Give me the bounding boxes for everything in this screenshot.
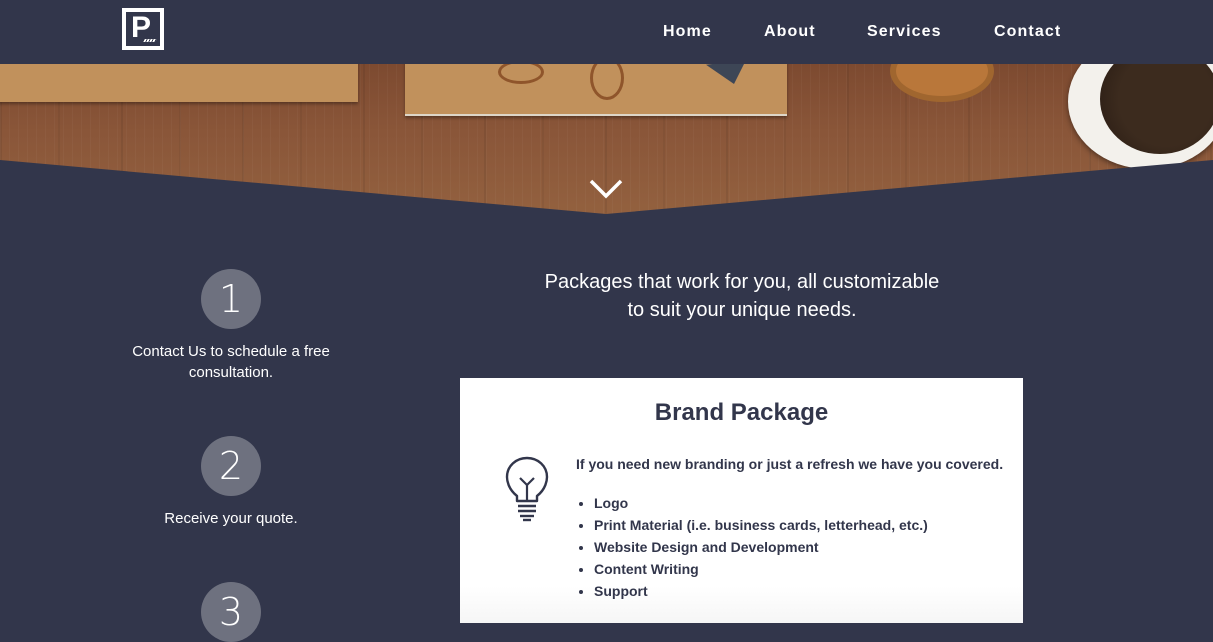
list-item: Website Design and Development xyxy=(594,536,928,558)
step-number: 3 xyxy=(201,582,261,642)
nav-services[interactable]: Services xyxy=(867,22,942,42)
step-number: 2 xyxy=(201,436,261,496)
step-1: 1 Contact Us to schedule a free consulta… xyxy=(101,269,361,383)
intro-line-2: to suit your unique needs. xyxy=(627,299,857,321)
list-item: Logo xyxy=(594,492,928,514)
step-text: Receive your quote. xyxy=(164,510,298,527)
list-item: Support xyxy=(594,580,928,602)
step-number: 1 xyxy=(201,269,261,329)
package-features: Logo Print Material (i.e. business cards… xyxy=(576,492,928,602)
lightbulb-icon xyxy=(505,456,549,522)
packages-intro: Packages that work for you, all customiz… xyxy=(498,268,986,324)
nav-about[interactable]: About xyxy=(764,22,816,42)
nav-contact[interactable]: Contact xyxy=(994,22,1061,42)
site-header: P Home About Services Contact xyxy=(0,0,1213,64)
list-item: Content Writing xyxy=(594,558,928,580)
main-nav: Home About Services Contact xyxy=(0,22,1213,42)
brand-package-card: Brand Package If you need new branding o… xyxy=(460,378,1023,623)
step-2: 2 Receive your quote. xyxy=(101,436,361,529)
list-item: Print Material (i.e. business cards, let… xyxy=(594,514,928,536)
chevron-down-icon[interactable] xyxy=(589,178,623,200)
step-text: Contact Us to schedule a free consultati… xyxy=(132,343,330,381)
step-3: 3 xyxy=(101,582,361,642)
package-title: Brand Package xyxy=(654,399,829,426)
package-description: If you need new branding or just a refre… xyxy=(576,456,1004,472)
intro-line-1: Packages that work for you, all customiz… xyxy=(544,271,940,293)
nav-home[interactable]: Home xyxy=(663,22,712,42)
